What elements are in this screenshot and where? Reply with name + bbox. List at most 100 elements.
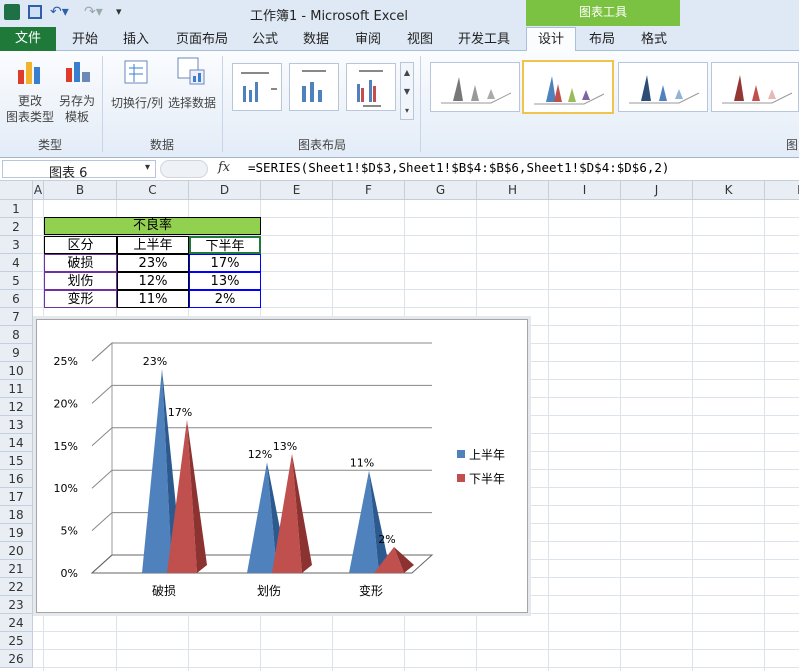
chart-object[interactable]: 0% 5% 10% 15% 20% 25% 23% 17% 破损 12% 13% 划伤 11% 2% 变形 上…	[36, 319, 528, 613]
column-header-e[interactable]: E	[261, 181, 333, 200]
switch-row-column-button[interactable]: 切换行/列	[108, 94, 166, 111]
row-header-21[interactable]: 21	[0, 560, 33, 578]
tab-view[interactable]: 视图	[400, 30, 440, 50]
row-header-25[interactable]: 25	[0, 632, 33, 650]
formula-bar-resize-handle[interactable]	[160, 160, 208, 178]
row-header-19[interactable]: 19	[0, 524, 33, 542]
chart-layout-3-thumb[interactable]	[346, 63, 396, 111]
chart-style-2-thumb[interactable]	[522, 60, 614, 114]
table-header-cell[interactable]: 上半年	[117, 236, 189, 254]
row-header-9[interactable]: 9	[0, 344, 33, 362]
select-data-button[interactable]: 选择数据	[166, 94, 218, 111]
column-header-i[interactable]: I	[549, 181, 621, 200]
row-header-17[interactable]: 17	[0, 488, 33, 506]
change-chart-type-icon[interactable]	[16, 58, 44, 86]
row-header-23[interactable]: 23	[0, 596, 33, 614]
data-label: 12%	[248, 448, 272, 461]
table-header-cell[interactable]: 下半年	[189, 236, 261, 254]
table-cell[interactable]: 17%	[189, 254, 261, 272]
table-cell[interactable]: 12%	[117, 272, 189, 290]
row-header-18[interactable]: 18	[0, 506, 33, 524]
row-header-8[interactable]: 8	[0, 326, 33, 344]
tab-file[interactable]: 文件	[0, 27, 56, 51]
row-header-14[interactable]: 14	[0, 434, 33, 452]
table-header-cell[interactable]: 区分	[44, 236, 117, 254]
table-cell[interactable]: 破损	[44, 254, 117, 272]
legend-swatch	[457, 474, 465, 482]
table-cell[interactable]: 11%	[117, 290, 189, 308]
name-box[interactable]: 图表 6 ▾	[2, 160, 156, 181]
tab-review[interactable]: 审阅	[348, 30, 388, 50]
row-header-15[interactable]: 15	[0, 452, 33, 470]
row-header-22[interactable]: 22	[0, 578, 33, 596]
tab-formulas[interactable]: 公式	[245, 30, 285, 50]
tab-layout[interactable]: 布局	[582, 30, 622, 50]
row-header-26[interactable]: 26	[0, 650, 33, 668]
table-cell[interactable]: 变形	[44, 290, 117, 308]
y-tick-label: 25%	[54, 355, 78, 368]
customize-quick-access-icon[interactable]: ▾	[116, 4, 132, 20]
tab-insert[interactable]: 插入	[114, 30, 158, 50]
row-header-12[interactable]: 12	[0, 398, 33, 416]
row-header-24[interactable]: 24	[0, 614, 33, 632]
select-all-button[interactable]	[0, 181, 33, 200]
column-header-b[interactable]: B	[44, 181, 117, 200]
column-header-c[interactable]: C	[117, 181, 189, 200]
row-header-20[interactable]: 20	[0, 542, 33, 560]
row-header-4[interactable]: 4	[0, 254, 33, 272]
chart-style-3-thumb[interactable]	[618, 62, 708, 112]
chart-svg: 0% 5% 10% 15% 20% 25% 23% 17% 破损 12%13% 划伤 11% 2% 变形 上…	[54, 341, 505, 598]
column-header-h[interactable]: H	[477, 181, 549, 200]
insert-function-icon[interactable]: fx	[218, 160, 230, 175]
redo-icon[interactable]: ↷▾	[84, 4, 103, 20]
column-header-l[interactable]: L	[765, 181, 799, 200]
table-title-cell[interactable]: 不良率	[44, 217, 261, 235]
save-template-icon[interactable]	[64, 58, 92, 86]
column-header-j[interactable]: J	[621, 181, 693, 200]
chart-layout-2-thumb[interactable]	[289, 63, 339, 111]
chart-layout-1-thumb[interactable]	[232, 63, 282, 111]
column-header-f[interactable]: F	[333, 181, 405, 200]
formula-input[interactable]: =SERIES(Sheet1!$D$3,Sheet1!$B$4:$B$6,She…	[248, 160, 669, 175]
change-chart-type-button[interactable]: 更改 图表类型	[4, 93, 56, 125]
table-cell[interactable]: 23%	[117, 254, 189, 272]
table-cell[interactable]: 划伤	[44, 272, 117, 290]
table-cell[interactable]: 2%	[189, 290, 261, 308]
data-label: 23%	[143, 355, 167, 368]
undo-icon[interactable]: ↶▾	[50, 4, 69, 20]
worksheet-grid[interactable]: ABCDEFGHIJKL 123456789101112131415161718…	[0, 181, 799, 671]
row-header-3[interactable]: 3	[0, 236, 33, 254]
table-cell[interactable]: 13%	[189, 272, 261, 290]
row-header-10[interactable]: 10	[0, 362, 33, 380]
tab-page-layout[interactable]: 页面布局	[170, 30, 234, 50]
row-header-16[interactable]: 16	[0, 470, 33, 488]
column-header-d[interactable]: D	[189, 181, 261, 200]
y-tick-label: 15%	[54, 440, 78, 453]
name-box-dropdown-icon[interactable]: ▾	[145, 162, 150, 173]
layout-gallery-scroll[interactable]: ▲ ▼ ▾	[400, 62, 414, 120]
select-data-icon[interactable]	[176, 56, 206, 86]
row-header-7[interactable]: 7	[0, 308, 33, 326]
save-icon[interactable]	[28, 5, 42, 19]
chart-style-4-thumb[interactable]	[711, 62, 799, 112]
row-header-11[interactable]: 11	[0, 380, 33, 398]
switch-row-column-icon[interactable]	[122, 58, 150, 86]
row-header-13[interactable]: 13	[0, 416, 33, 434]
row-header-6[interactable]: 6	[0, 290, 33, 308]
y-tick-label: 5%	[61, 525, 78, 538]
row-header-5[interactable]: 5	[0, 272, 33, 290]
chart-style-1-thumb[interactable]	[430, 62, 520, 112]
chart-tools-label: 图表工具	[526, 0, 680, 26]
tab-home[interactable]: 开始	[63, 30, 107, 50]
row-header-1[interactable]: 1	[0, 200, 33, 218]
formula-bar: 图表 6 ▾ fx =SERIES(Sheet1!$D$3,Sheet1!$B$…	[0, 158, 799, 181]
column-header-k[interactable]: K	[693, 181, 765, 200]
tab-format[interactable]: 格式	[634, 30, 674, 50]
row-header-2[interactable]: 2	[0, 218, 33, 236]
tab-design[interactable]: 设计	[526, 27, 576, 52]
column-header-a[interactable]: A	[33, 181, 44, 200]
tab-data[interactable]: 数据	[296, 30, 336, 50]
save-template-button[interactable]: 另存为 模板	[56, 93, 98, 125]
tab-developer[interactable]: 开发工具	[452, 30, 516, 50]
column-header-g[interactable]: G	[405, 181, 477, 200]
